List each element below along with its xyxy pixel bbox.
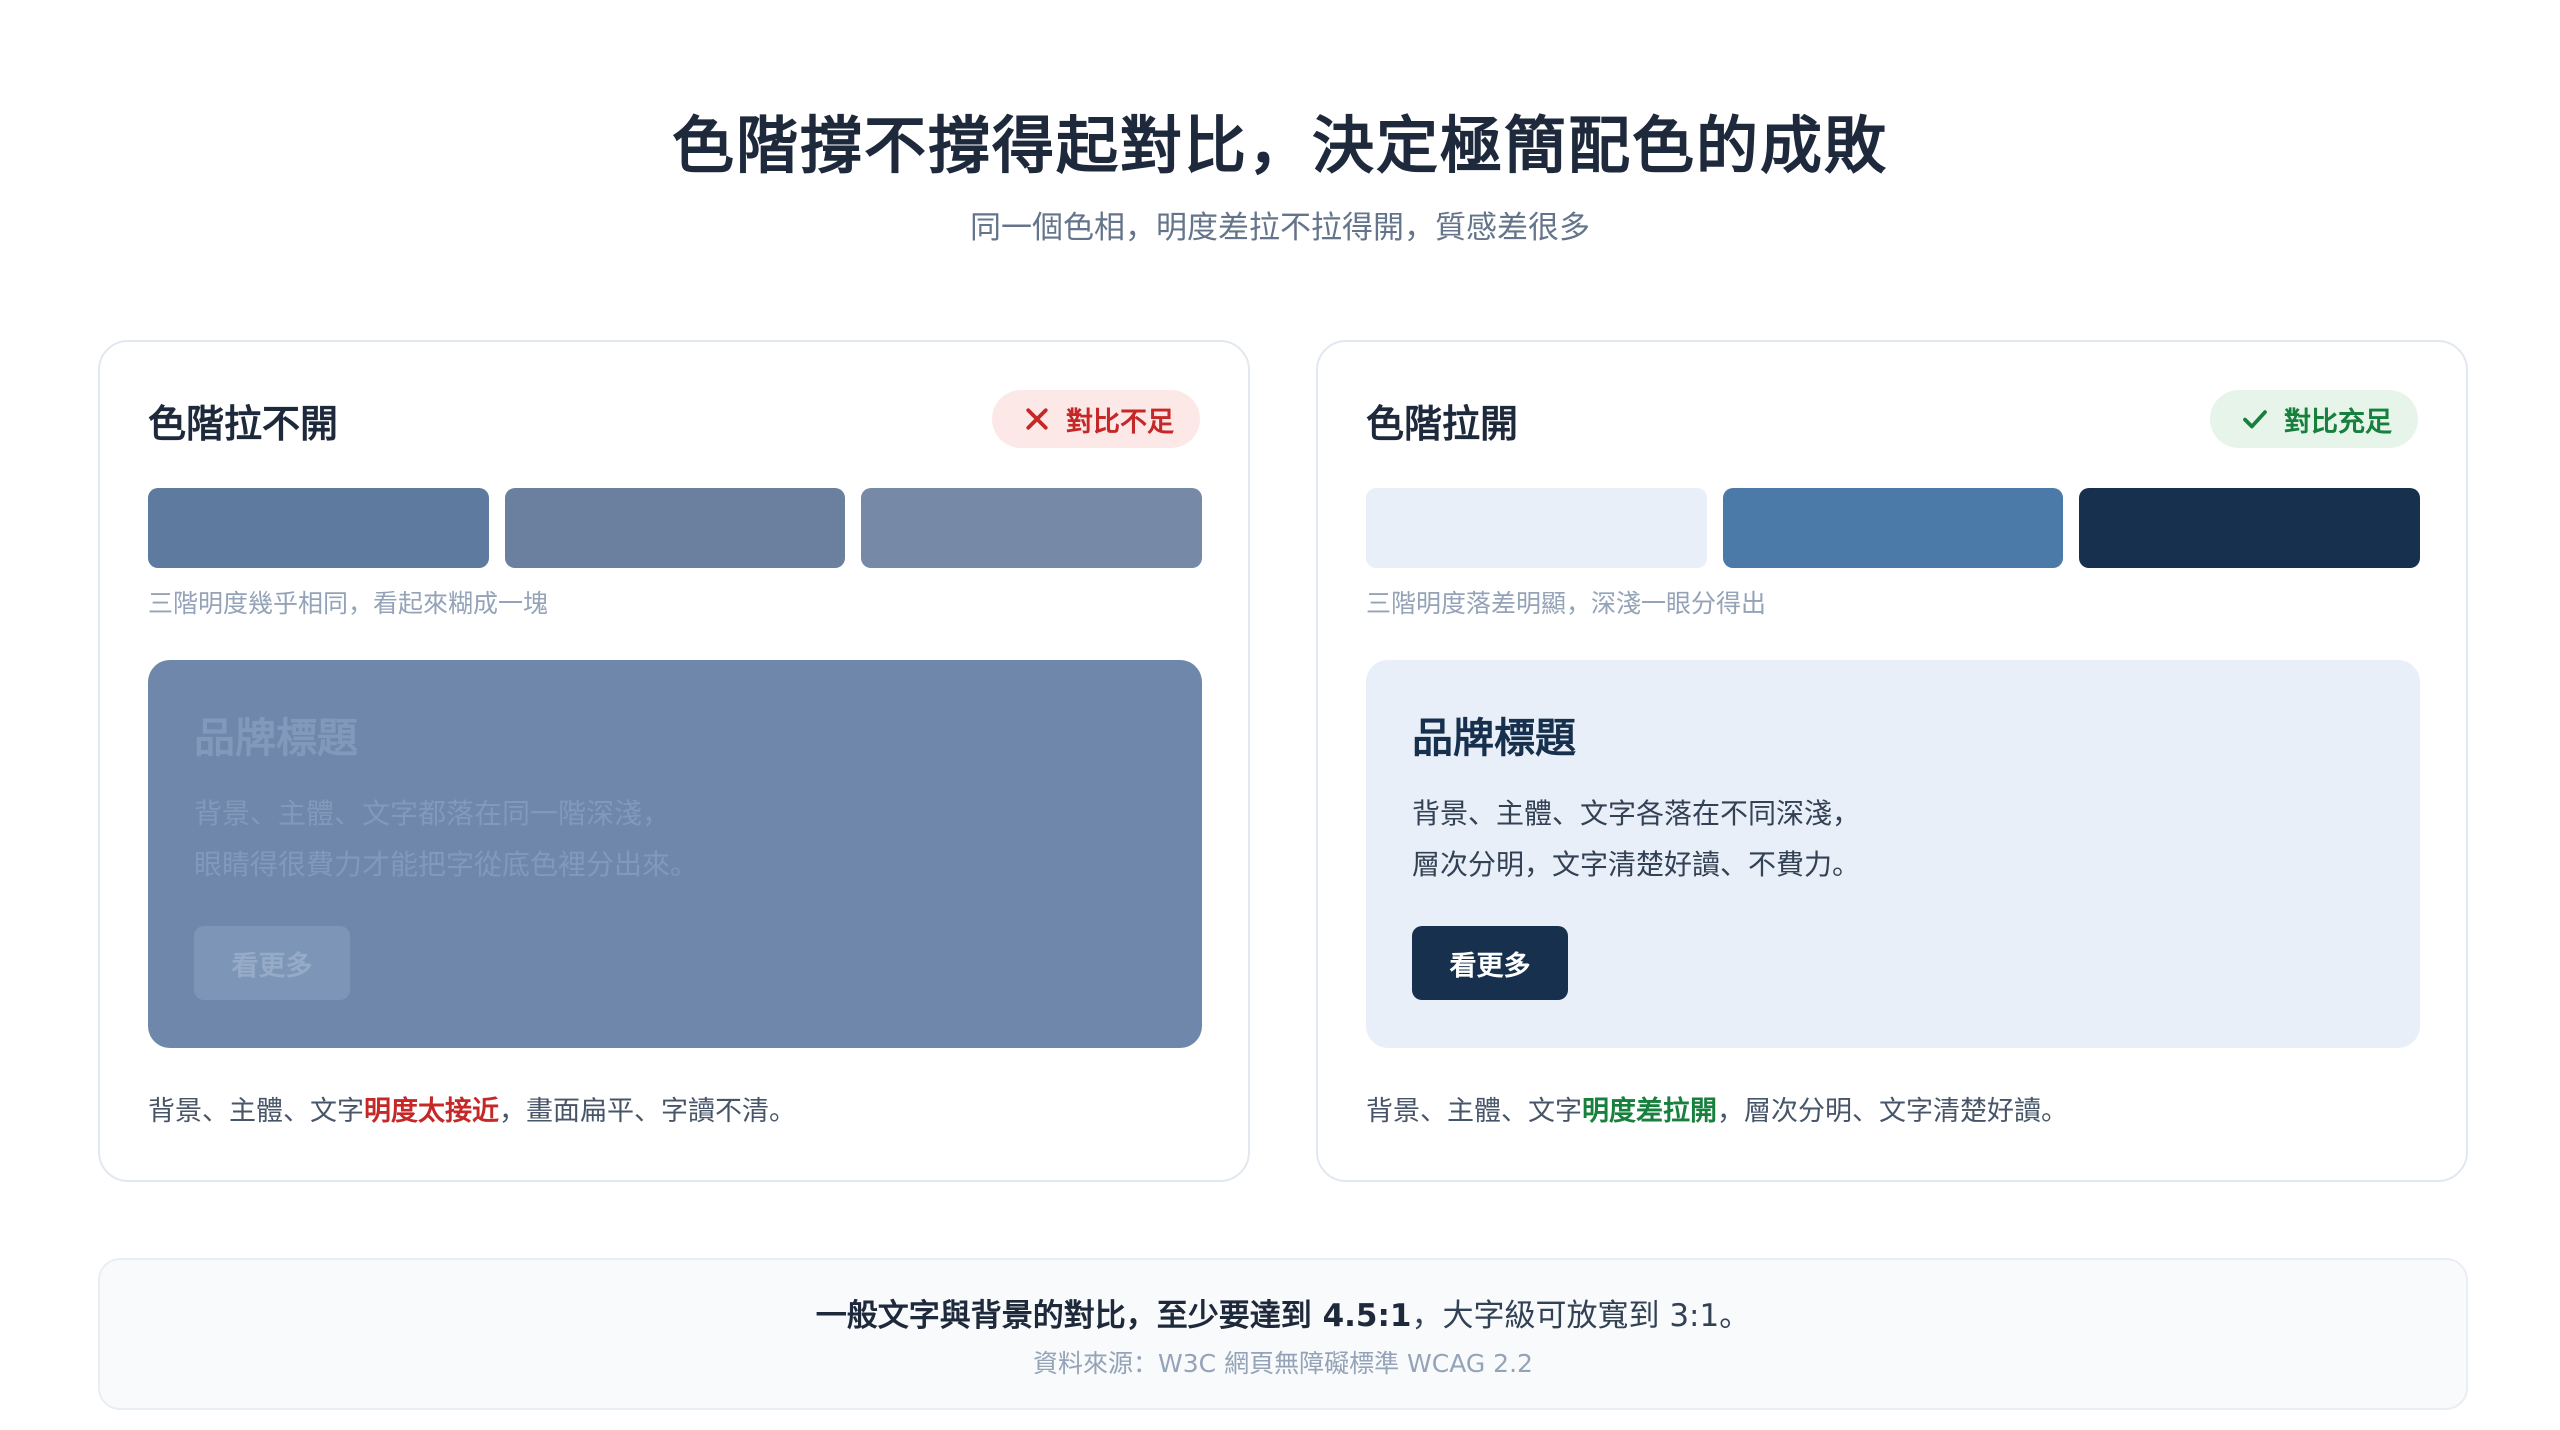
swatch-row [148,488,1203,568]
preview-body-line: 背景、主體、文字各落在不同深淺， [1412,797,1861,830]
preview-title: 品牌標題 [1412,714,1576,762]
footer-suffix: ，畫面扁平、字讀不清。 [499,1096,796,1127]
card-footer: 背景、主體、文字明度差拉開，層次分明、文字清楚好讀。 [1366,1092,2068,1132]
see-more-button[interactable]: 看更多 [194,926,350,1000]
see-more-button[interactable]: 看更多 [1412,926,1568,1000]
check-icon [2243,410,2267,429]
color-swatch [2079,488,2421,568]
preview-panel: 品牌標題 背景、主體、文字各落在不同深淺， 層次分明，文字清楚好讀、不費力。 看… [1366,660,2420,1048]
preview-body-line: 背景、主體、文字都落在同一階深淺， [194,797,671,830]
preview-title: 品牌標題 [194,714,358,762]
card-footer: 背景、主體、文字明度太接近，畫面扁平、字讀不清。 [148,1092,796,1132]
footer-highlight: 明度差拉開 [1582,1096,1717,1127]
status-badge-label: 對比不足 [1066,406,1174,438]
note-text: 一般文字與背景的對比，至少要達到 4.5:1，大字級可放寬到 3:1。 [100,1294,2466,1338]
status-badge-label: 對比充足 [2284,406,2392,438]
low-contrast-card: 色階拉不開 對比不足 三階明度幾乎相同，看起來糊成一塊 品牌標題 背景、主體、文… [98,340,1250,1182]
high-contrast-card: 色階拉開 對比充足 三階明度落差明顯，深淺一眼分得出 品牌標題 背景、主體、文字… [1316,340,2468,1182]
card-title: 色階拉開 [1366,402,1519,446]
wcag-note: 一般文字與背景的對比，至少要達到 4.5:1，大字級可放寬到 3:1。 資料來源… [98,1258,2468,1410]
note-emphasis: 一般文字與背景的對比，至少要達到 4.5:1 [815,1298,1412,1334]
status-badge: 對比充足 [2210,390,2418,448]
footer-prefix: 背景、主體、文字 [148,1096,364,1127]
status-badge: 對比不足 [992,390,1200,448]
swatch-row [1366,488,2421,568]
color-swatch [148,488,489,568]
footer-highlight: 明度太接近 [364,1096,499,1127]
swatch-caption: 三階明度落差明顯，深淺一眼分得出 [1366,589,1767,618]
card-title: 色階拉不開 [148,402,339,446]
color-swatch [1722,488,2064,568]
preview-body-line: 眼睛得很費力才能把字從底色裡分出來。 [194,848,699,881]
note-rest: ，大字級可放寬到 3:1。 [1411,1298,1751,1334]
preview-panel: 品牌標題 背景、主體、文字都落在同一階深淺， 眼睛得很費力才能把字從底色裡分出來… [148,660,1202,1048]
page: 色階撐不撐得起對比，決定極簡配色的成敗 同一個色相，明度差拉不拉得開，質感差很多… [0,0,2560,1430]
page-title: 色階撐不撐得起對比，決定極簡配色的成敗 [671,109,1888,182]
page-subtitle: 同一個色相，明度差拉不拉得開，質感差很多 [970,210,1590,246]
footer-prefix: 背景、主體、文字 [1366,1096,1582,1127]
swatch-caption: 三階明度幾乎相同，看起來糊成一塊 [148,589,549,618]
x-icon [1026,408,1048,430]
preview-body-line: 層次分明，文字清楚好讀、不費力。 [1412,848,1861,881]
color-swatch [861,488,1203,568]
preview-body: 背景、主體、文字各落在不同深淺， 層次分明，文字清楚好讀、不費力。 [1412,788,2374,890]
note-source: 資料來源：W3C 網頁無障礙標準 WCAG 2.2 [1033,1349,1533,1378]
color-swatch [1366,488,1707,568]
footer-suffix: ，層次分明、文字清楚好讀。 [1717,1096,2068,1127]
color-swatch [504,488,846,568]
preview-body: 背景、主體、文字都落在同一階深淺， 眼睛得很費力才能把字從底色裡分出來。 [194,788,1156,890]
